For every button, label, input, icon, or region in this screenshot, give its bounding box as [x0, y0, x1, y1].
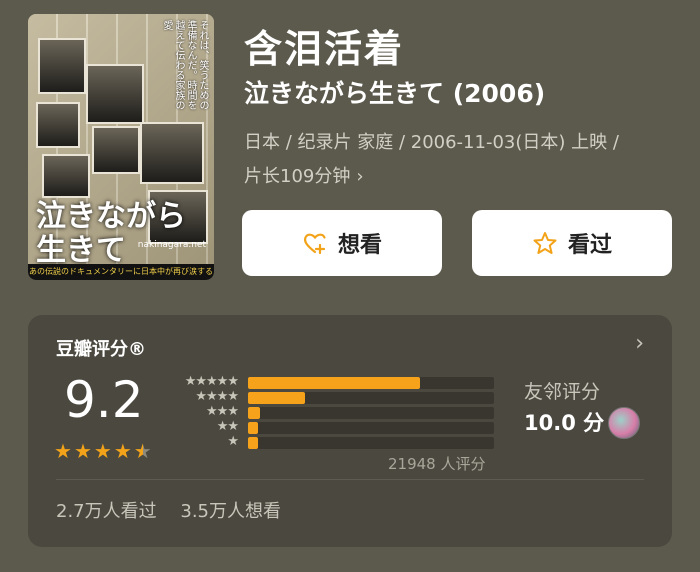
- watched-label: 看过: [567, 233, 612, 258]
- rating-row-stars: ★★★★: [195, 389, 239, 404]
- rating-bar-track: [248, 422, 494, 434]
- friend-rating-value: 10.0 分: [524, 411, 605, 435]
- rating-bar-track: [248, 392, 494, 404]
- divider: [56, 479, 644, 480]
- rating-bar-track: [248, 407, 494, 419]
- meta-line-2: 片长109分钟: [244, 166, 351, 187]
- rating-card[interactable]: 豆瓣评分® › 9.2 ★ ★ ★ ★ ★ ★★★★★ ★★★★ ★★★ ★★ …: [28, 315, 672, 547]
- rating-row-stars: ★★★: [206, 404, 239, 419]
- movie-poster[interactable]: それは、笑うための準備なんだ。時間を越えて伝わる家族の愛 泣きながら 生きて n…: [28, 14, 214, 280]
- rating-row-5: ★★★★★: [174, 374, 494, 389]
- want-to-watch-label: 想看: [337, 233, 382, 258]
- rating-score: 9.2: [64, 371, 144, 429]
- friend-rating-label: 友邻评分: [524, 381, 601, 403]
- meta-line-2-row: 片长109分钟 ›: [244, 160, 684, 194]
- star-full-icon: ★: [54, 439, 72, 463]
- want-count: 3.5万人想看: [180, 501, 282, 522]
- rating-row-2: ★★: [174, 419, 494, 434]
- movie-title: 含泪活着: [244, 27, 405, 71]
- poster-photo: [36, 102, 80, 148]
- chevron-right-icon: ›: [356, 166, 364, 187]
- rating-count: 21948 人评分: [388, 455, 486, 473]
- star-full-icon: ★: [93, 439, 112, 463]
- poster-site: nakinagara.net: [137, 240, 206, 250]
- watch-stats: 2.7万人看过 3.5万人想看: [56, 497, 299, 523]
- rating-header: 豆瓣评分®: [56, 339, 146, 360]
- poster-photo: [140, 122, 204, 184]
- star-full-icon: ★: [73, 439, 92, 463]
- star-half-icon: ★: [133, 439, 152, 463]
- want-to-watch-button[interactable]: 想看: [242, 210, 442, 276]
- rating-bar-fill: [248, 437, 258, 449]
- poster-title: 泣きながら 生きて: [36, 199, 186, 268]
- poster-vertical-text: それは、笑うための準備なんだ。時間を越えて伝わる家族の愛: [161, 20, 208, 110]
- watched-count: 2.7万人看过: [56, 501, 157, 522]
- movie-original-title: 泣きながら生きて (2006): [244, 79, 546, 108]
- rating-row-stars: ★: [227, 434, 239, 449]
- star-full-icon: ★: [113, 439, 132, 463]
- poster-photo: [38, 38, 86, 94]
- rating-row-3: ★★★: [174, 404, 494, 419]
- heart-plus-icon: [302, 230, 328, 256]
- meta-line-1: 日本 / 纪录片 家庭 / 2006-11-03(日本) 上映 /: [244, 132, 619, 153]
- rating-bar-fill: [248, 377, 421, 389]
- chevron-right-icon[interactable]: ›: [635, 331, 644, 356]
- star-outline-icon: [532, 230, 558, 256]
- rating-bar-fill: [248, 422, 258, 434]
- watched-button[interactable]: 看过: [472, 210, 672, 276]
- poster-footer: あの伝説のドキュメンタリーに日本中が再び涙する: [28, 264, 214, 280]
- rating-bar-track: [248, 437, 494, 449]
- rating-bar-fill: [248, 392, 305, 404]
- rating-row-1: ★: [174, 434, 494, 449]
- poster-photo: [86, 64, 144, 124]
- avatar[interactable]: [608, 407, 640, 439]
- poster-photo: [92, 126, 140, 174]
- rating-bar-fill: [248, 407, 261, 419]
- rating-row-stars: ★★: [216, 419, 239, 434]
- poster-photo: [42, 154, 90, 198]
- rating-stars: ★ ★ ★ ★ ★: [54, 441, 152, 461]
- rating-row-stars: ★★★★★: [184, 374, 239, 389]
- movie-meta[interactable]: 日本 / 纪录片 家庭 / 2006-11-03(日本) 上映 / 片长109分…: [244, 126, 684, 194]
- rating-bar-track: [248, 377, 494, 389]
- rating-row-4: ★★★★: [174, 389, 494, 404]
